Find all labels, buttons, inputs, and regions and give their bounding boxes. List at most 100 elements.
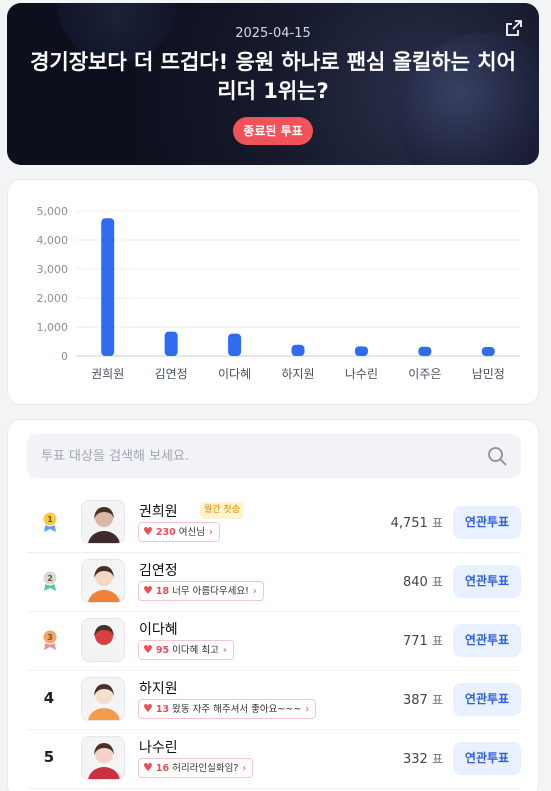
vote-date: 2025-04-15 (235, 26, 311, 41)
y-tick-label: 0 (61, 350, 68, 363)
share-external-icon[interactable] (505, 19, 523, 37)
cheer-count: 95 (155, 645, 170, 656)
cheer-message-chip[interactable]: ♥ 13 왔동 자주 해주셔서 좋아요~~~ › (138, 699, 317, 719)
related-vote-button[interactable]: 연관투표 (453, 683, 521, 716)
chevron-right-icon: › (222, 645, 227, 656)
avatar-image (82, 501, 124, 543)
avatar[interactable] (81, 500, 125, 544)
rank-medal-icon: 1 (42, 511, 58, 532)
y-tick-label: 5,000 (37, 205, 69, 218)
ranking-card: 1 권희원월간 첫승♥ 230여신님›4,751 표연관투표 2 (7, 419, 539, 791)
vote-result-page: 2025-04-15 경기장보다 더 뜨겁다! 응원 하나로 팬심 올킬하는 치… (0, 0, 551, 791)
heart-icon: ♥ (143, 761, 153, 774)
x-tick-label: 남민정 (472, 367, 505, 381)
x-tick-label: 나수린 (345, 367, 378, 381)
search-bar (27, 434, 521, 478)
cheer-message-chip[interactable]: ♥ 18 너무 아름다우세요! › (138, 581, 264, 601)
vote-bar-chart: 0 1,000 2,000 3,000 4,000 5,000 권희원 김연정 이다혜 하지원 나수… (37, 205, 520, 381)
heart-icon: ♥ (143, 584, 153, 597)
ranking-row[interactable]: 4 하지원 ♥ 13 왔동 자주 해주셔서 좋아요~~~ › 387 표 연관투표 (27, 671, 521, 730)
chart-bar[interactable] (481, 347, 495, 356)
vote-unit: 표 (431, 516, 443, 530)
avatar[interactable] (81, 677, 125, 721)
x-tick-label: 김연정 (155, 367, 188, 381)
avatar-image (82, 737, 124, 779)
candidate-name: 이다혜 (139, 622, 178, 638)
achievement-badge: 월간 첫승 (200, 502, 244, 519)
vote-unit: 표 (431, 575, 443, 589)
y-tick-label: 2,000 (37, 292, 69, 305)
chart-bar[interactable] (354, 346, 368, 356)
svg-text:2: 2 (47, 574, 53, 583)
candidate-name: 김연정 (139, 563, 178, 579)
related-vote-button[interactable]: 연관투표 (453, 565, 521, 598)
y-tick-label: 3,000 (37, 263, 69, 276)
vote-number: 4,751 (390, 516, 428, 531)
cheer-count: 18 (155, 586, 170, 597)
avatar-image (82, 678, 124, 720)
vote-number: 771 (402, 634, 428, 649)
candidate-name: 권희원 (139, 504, 178, 520)
vote-title: 경기장보다 더 뜨겁다! 응원 하나로 팬심 올킬하는 치어리더 1위는? (30, 50, 516, 103)
related-vote-button[interactable]: 연관투표 (453, 742, 521, 775)
cheer-count: 16 (155, 763, 170, 774)
cheer-text: 왔동 자주 해주셔서 좋아요~~~ (172, 704, 302, 715)
chart-bar[interactable] (101, 218, 115, 356)
vote-number: 387 (402, 693, 428, 708)
search-icon[interactable] (487, 446, 507, 466)
vote-count: 332 표 (403, 750, 443, 767)
heart-icon: ♥ (143, 643, 153, 656)
y-tick-label: 1,000 (37, 321, 69, 334)
ranking-row[interactable]: 1 권희원 월간 첫승 ♥ 230 여신님 › 4,751 표 연관투표 (27, 494, 521, 553)
vote-unit: 표 (431, 693, 443, 707)
svg-text:1: 1 (47, 515, 53, 524)
avatar[interactable] (81, 618, 125, 662)
vote-unit: 표 (431, 634, 443, 648)
chart-bar[interactable] (164, 331, 178, 356)
cheer-text: 이다혜 최고 (172, 645, 219, 656)
x-tick-label: 이다혜 (218, 367, 251, 381)
ranking-row[interactable]: 5 나수린 ♥ 16 허리라인실화임? › 332 표 연관투표 (27, 730, 521, 789)
avatar[interactable] (81, 736, 125, 780)
avatar-image (82, 560, 124, 602)
search-input[interactable] (41, 434, 471, 478)
x-tick-label: 권희원 (91, 367, 124, 381)
y-tick-label: 4,000 (37, 234, 69, 247)
cheer-text: 여신님 (178, 527, 205, 538)
chevron-right-icon: › (252, 586, 257, 597)
ranking-row[interactable]: 3 이다혜 ♥ 95 이다혜 최고 › 771 표 연관투표 (27, 612, 521, 671)
cheer-text: 너무 아름다우세요! (172, 586, 249, 597)
status-badge: 종료된 투표 (233, 117, 313, 145)
x-tick-label: 이주은 (408, 367, 441, 381)
avatar-image (82, 619, 124, 661)
cheer-count: 13 (155, 704, 170, 715)
candidate-name: 하지원 (139, 681, 178, 697)
candidate-name: 나수린 (139, 740, 178, 756)
cheer-message-chip[interactable]: ♥ 230 여신님 › (138, 522, 220, 542)
chevron-right-icon: › (242, 763, 247, 774)
ranking-row[interactable]: 2 김연정 ♥ 18 너무 아름다우세요! › 840 표 연관투표 (27, 553, 521, 612)
rank-medal-icon: 3 (42, 629, 58, 650)
rank-number: 4 (43, 689, 55, 707)
vote-count: 840 표 (403, 573, 443, 590)
chart-bar[interactable] (228, 333, 242, 356)
chart-bar[interactable] (291, 344, 305, 356)
heart-icon: ♥ (143, 525, 153, 538)
cheer-message-chip[interactable]: ♥ 16 허리라인실화임? › (138, 758, 254, 778)
related-vote-button[interactable]: 연관투표 (453, 624, 521, 657)
vote-number: 840 (402, 575, 428, 590)
cheer-message-chip[interactable]: ♥ 95 이다혜 최고 › (138, 640, 234, 660)
related-vote-button[interactable]: 연관투표 (453, 506, 521, 539)
hero-banner: 2025-04-15 경기장보다 더 뜨겁다! 응원 하나로 팬심 올킬하는 치… (7, 3, 539, 165)
svg-text:3: 3 (47, 633, 53, 642)
cheer-text: 허리라인실화임? (172, 763, 239, 774)
vote-number: 332 (402, 752, 428, 767)
vote-count: 387 표 (403, 691, 443, 708)
chart-bar[interactable] (418, 346, 432, 356)
vote-count: 771 표 (403, 632, 443, 649)
avatar[interactable] (81, 559, 125, 603)
chevron-right-icon: › (208, 527, 213, 538)
vote-count: 4,751 표 (391, 514, 443, 531)
x-tick-label: 하지원 (281, 367, 314, 381)
heart-icon: ♥ (143, 702, 153, 715)
